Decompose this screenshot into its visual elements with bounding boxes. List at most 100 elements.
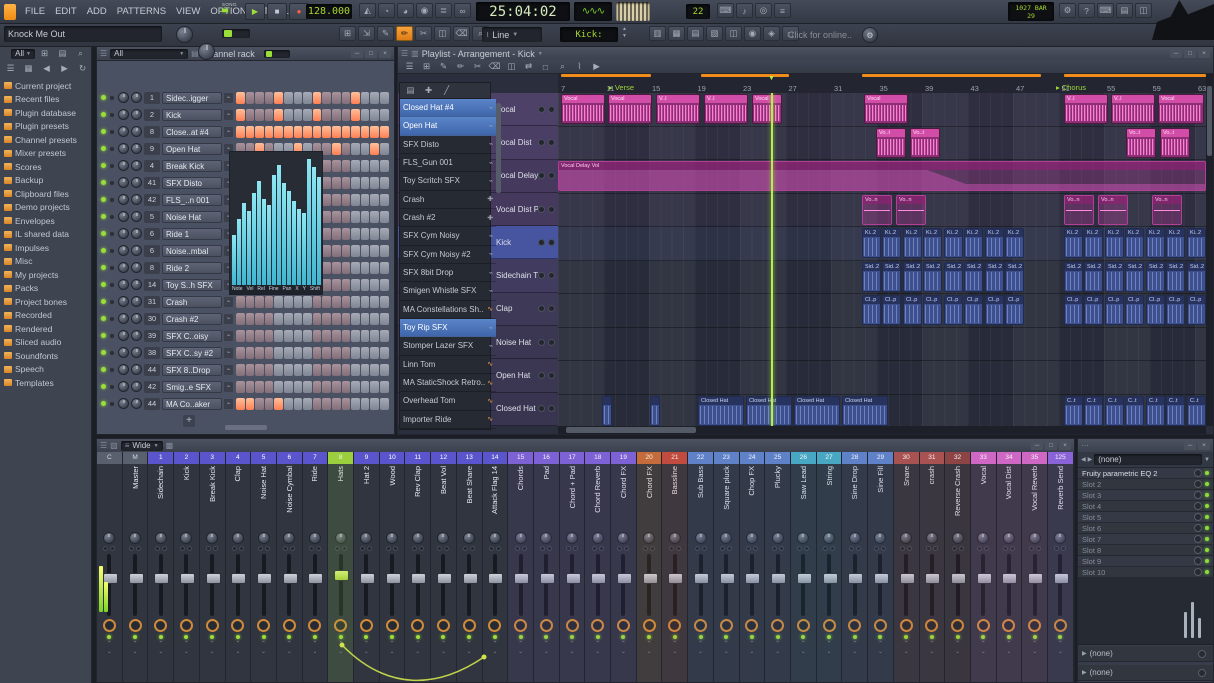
marker-verse[interactable]: ▸ Verse xyxy=(609,83,634,92)
strip-fader-handle[interactable] xyxy=(488,573,504,584)
track-knob[interactable] xyxy=(538,205,545,213)
clip-cl-p[interactable]: Cl..p xyxy=(1146,295,1165,325)
strip-number[interactable]: 2 xyxy=(174,452,199,464)
browser-item-clipboard-files[interactable]: Clipboard files xyxy=(0,187,91,201)
channel-target-icon[interactable]: ⌁ xyxy=(224,364,233,375)
clip-cl-p[interactable]: Cl..p xyxy=(985,295,1004,325)
strip-down-icon[interactable]: ⌄ xyxy=(261,649,266,655)
strip-fader-handle[interactable] xyxy=(179,573,195,584)
mixer-strip-sine-fill[interactable]: 29 Sine Fill ⌃ ⌄ xyxy=(868,452,894,682)
strip-stereo-knob[interactable] xyxy=(462,619,476,632)
step-cell[interactable] xyxy=(370,397,379,410)
channel-number[interactable]: 42 xyxy=(144,380,160,393)
close-icon[interactable]: × xyxy=(1198,441,1210,450)
step-cell[interactable] xyxy=(236,312,245,325)
strip-fader[interactable] xyxy=(385,554,401,616)
strip-up-icon[interactable]: ⌃ xyxy=(364,641,369,647)
channel-volume-knob[interactable] xyxy=(131,364,142,375)
channel-name-button[interactable]: Crash #2 xyxy=(162,312,222,325)
channel-volume-knob[interactable] xyxy=(131,109,142,120)
channel-name-button[interactable]: SFX C..oisy xyxy=(162,329,222,342)
step-cell[interactable] xyxy=(245,346,255,359)
step-cell[interactable] xyxy=(303,312,312,325)
clip-v-l[interactable]: V..l xyxy=(704,94,748,124)
channel-number[interactable]: 6 xyxy=(144,244,160,257)
step-cell[interactable] xyxy=(360,125,370,138)
picker-item-smigen-whistle-sfx[interactable]: Smigen Whistle SFX ⌁ xyxy=(400,282,497,301)
strip-stereo-knob[interactable] xyxy=(436,619,450,632)
clip-ki-2[interactable]: Ki..2 xyxy=(903,228,922,258)
clip-cl-p[interactable]: Cl..p xyxy=(1187,295,1206,325)
mixer-strip-ride[interactable]: 7 Ride ⌃ ⌄ xyxy=(302,452,329,682)
strip-number[interactable]: 12 xyxy=(431,452,456,464)
strip-up-icon[interactable]: ⌃ xyxy=(1032,641,1037,647)
channel-number[interactable]: 44 xyxy=(144,397,160,410)
clip-c-t[interactable]: C..t xyxy=(1166,395,1185,426)
channel-volume-knob[interactable] xyxy=(131,296,142,307)
strip-stereo-knob[interactable] xyxy=(102,619,116,632)
playlist-lane-1[interactable]: Vo..t Vo..t Vo..t Vo..t xyxy=(558,126,1206,160)
mixer-strip-sub-bass[interactable]: 22 Sub Bass ⌃ ⌄ xyxy=(688,452,714,682)
clip-ki-2[interactable]: Ki..2 xyxy=(923,228,942,258)
strip-route-led[interactable] xyxy=(827,635,832,639)
clip-sid-2[interactable]: Sid..2 xyxy=(1005,261,1024,292)
add-channel-button[interactable]: + xyxy=(183,415,195,427)
channel-number[interactable]: 5 xyxy=(144,210,160,223)
step-cell[interactable] xyxy=(351,244,360,257)
step-cell[interactable] xyxy=(303,108,312,121)
step-cell[interactable] xyxy=(331,363,341,376)
clip-vo-n[interactable]: Vo..n xyxy=(1152,194,1182,225)
close-icon[interactable]: × xyxy=(1059,441,1071,450)
channel-volume-knob[interactable] xyxy=(131,126,142,137)
clip-ki-2[interactable]: Ki..2 xyxy=(964,228,983,258)
channel-pan-knob[interactable] xyxy=(118,262,129,273)
step-cell[interactable] xyxy=(236,346,245,359)
strip-pan-knob[interactable] xyxy=(797,532,810,544)
track-knob[interactable] xyxy=(538,305,545,313)
channel-pan-knob[interactable] xyxy=(118,245,129,256)
picker-item-fls-gun-001[interactable]: FLS_Gun 001 ⌁ xyxy=(400,154,497,173)
strip-fader[interactable] xyxy=(179,554,195,616)
menu-edit[interactable]: EDIT xyxy=(50,6,82,17)
strip-pan-knob[interactable] xyxy=(745,532,758,544)
step-cell[interactable] xyxy=(341,329,351,342)
channel-pan-knob[interactable] xyxy=(118,330,129,341)
step-cell[interactable] xyxy=(351,193,360,206)
channel-name-button[interactable]: Break Kick xyxy=(162,159,222,172)
strip-fader[interactable] xyxy=(873,554,889,616)
strip-up-icon[interactable]: ⌃ xyxy=(955,641,960,647)
step-cell[interactable] xyxy=(283,380,293,393)
strip-fader[interactable] xyxy=(462,554,478,616)
detach-icon[interactable]: ▩ xyxy=(166,441,174,450)
clip-closed-hat[interactable]: Closed Hat xyxy=(746,395,792,426)
chat-icon[interactable]: ◫ xyxy=(1135,3,1152,18)
step-cell[interactable] xyxy=(245,125,255,138)
strip-down-icon[interactable]: ⌄ xyxy=(236,649,241,655)
menu-add[interactable]: ADD xyxy=(82,6,112,17)
clip-cl-p[interactable]: Cl..p xyxy=(882,295,901,325)
browser-item-speech[interactable]: Speech xyxy=(0,363,91,377)
mixer-strip-chord-pad[interactable]: 17 Chord + Pad ⌃ ⌄ xyxy=(559,452,586,682)
graph-bar[interactable] xyxy=(312,167,316,285)
step-cell[interactable] xyxy=(360,227,370,240)
maximize-icon[interactable]: □ xyxy=(1184,49,1196,58)
step-cell[interactable] xyxy=(255,397,264,410)
track-mute-led[interactable] xyxy=(548,405,555,413)
channel-enable-led[interactable] xyxy=(101,384,106,389)
clip-ki-2[interactable]: Ki..2 xyxy=(1125,228,1144,258)
step-cell[interactable] xyxy=(351,397,360,410)
step-cell[interactable] xyxy=(351,261,360,274)
strip-number[interactable]: 34 xyxy=(996,452,1022,464)
step-cell[interactable] xyxy=(351,210,360,223)
fx-slot-mix-knob[interactable] xyxy=(1194,469,1202,477)
strip-route-led[interactable] xyxy=(852,635,857,639)
channel-number[interactable]: 1 xyxy=(144,91,160,104)
strip-number[interactable]: 10 xyxy=(379,452,405,464)
channel-target-icon[interactable]: ⌁ xyxy=(224,109,233,120)
strip-down-icon[interactable]: ⌄ xyxy=(467,649,472,655)
strip-fader[interactable] xyxy=(899,554,915,616)
strip-route-led[interactable] xyxy=(544,635,549,639)
picker-item-ma-constellations-sh-[interactable]: MA Constellations Sh.. ∿ xyxy=(400,301,497,319)
clip-sid-2[interactable]: Sid..2 xyxy=(1105,261,1124,292)
strip-fader[interactable] xyxy=(359,554,375,616)
